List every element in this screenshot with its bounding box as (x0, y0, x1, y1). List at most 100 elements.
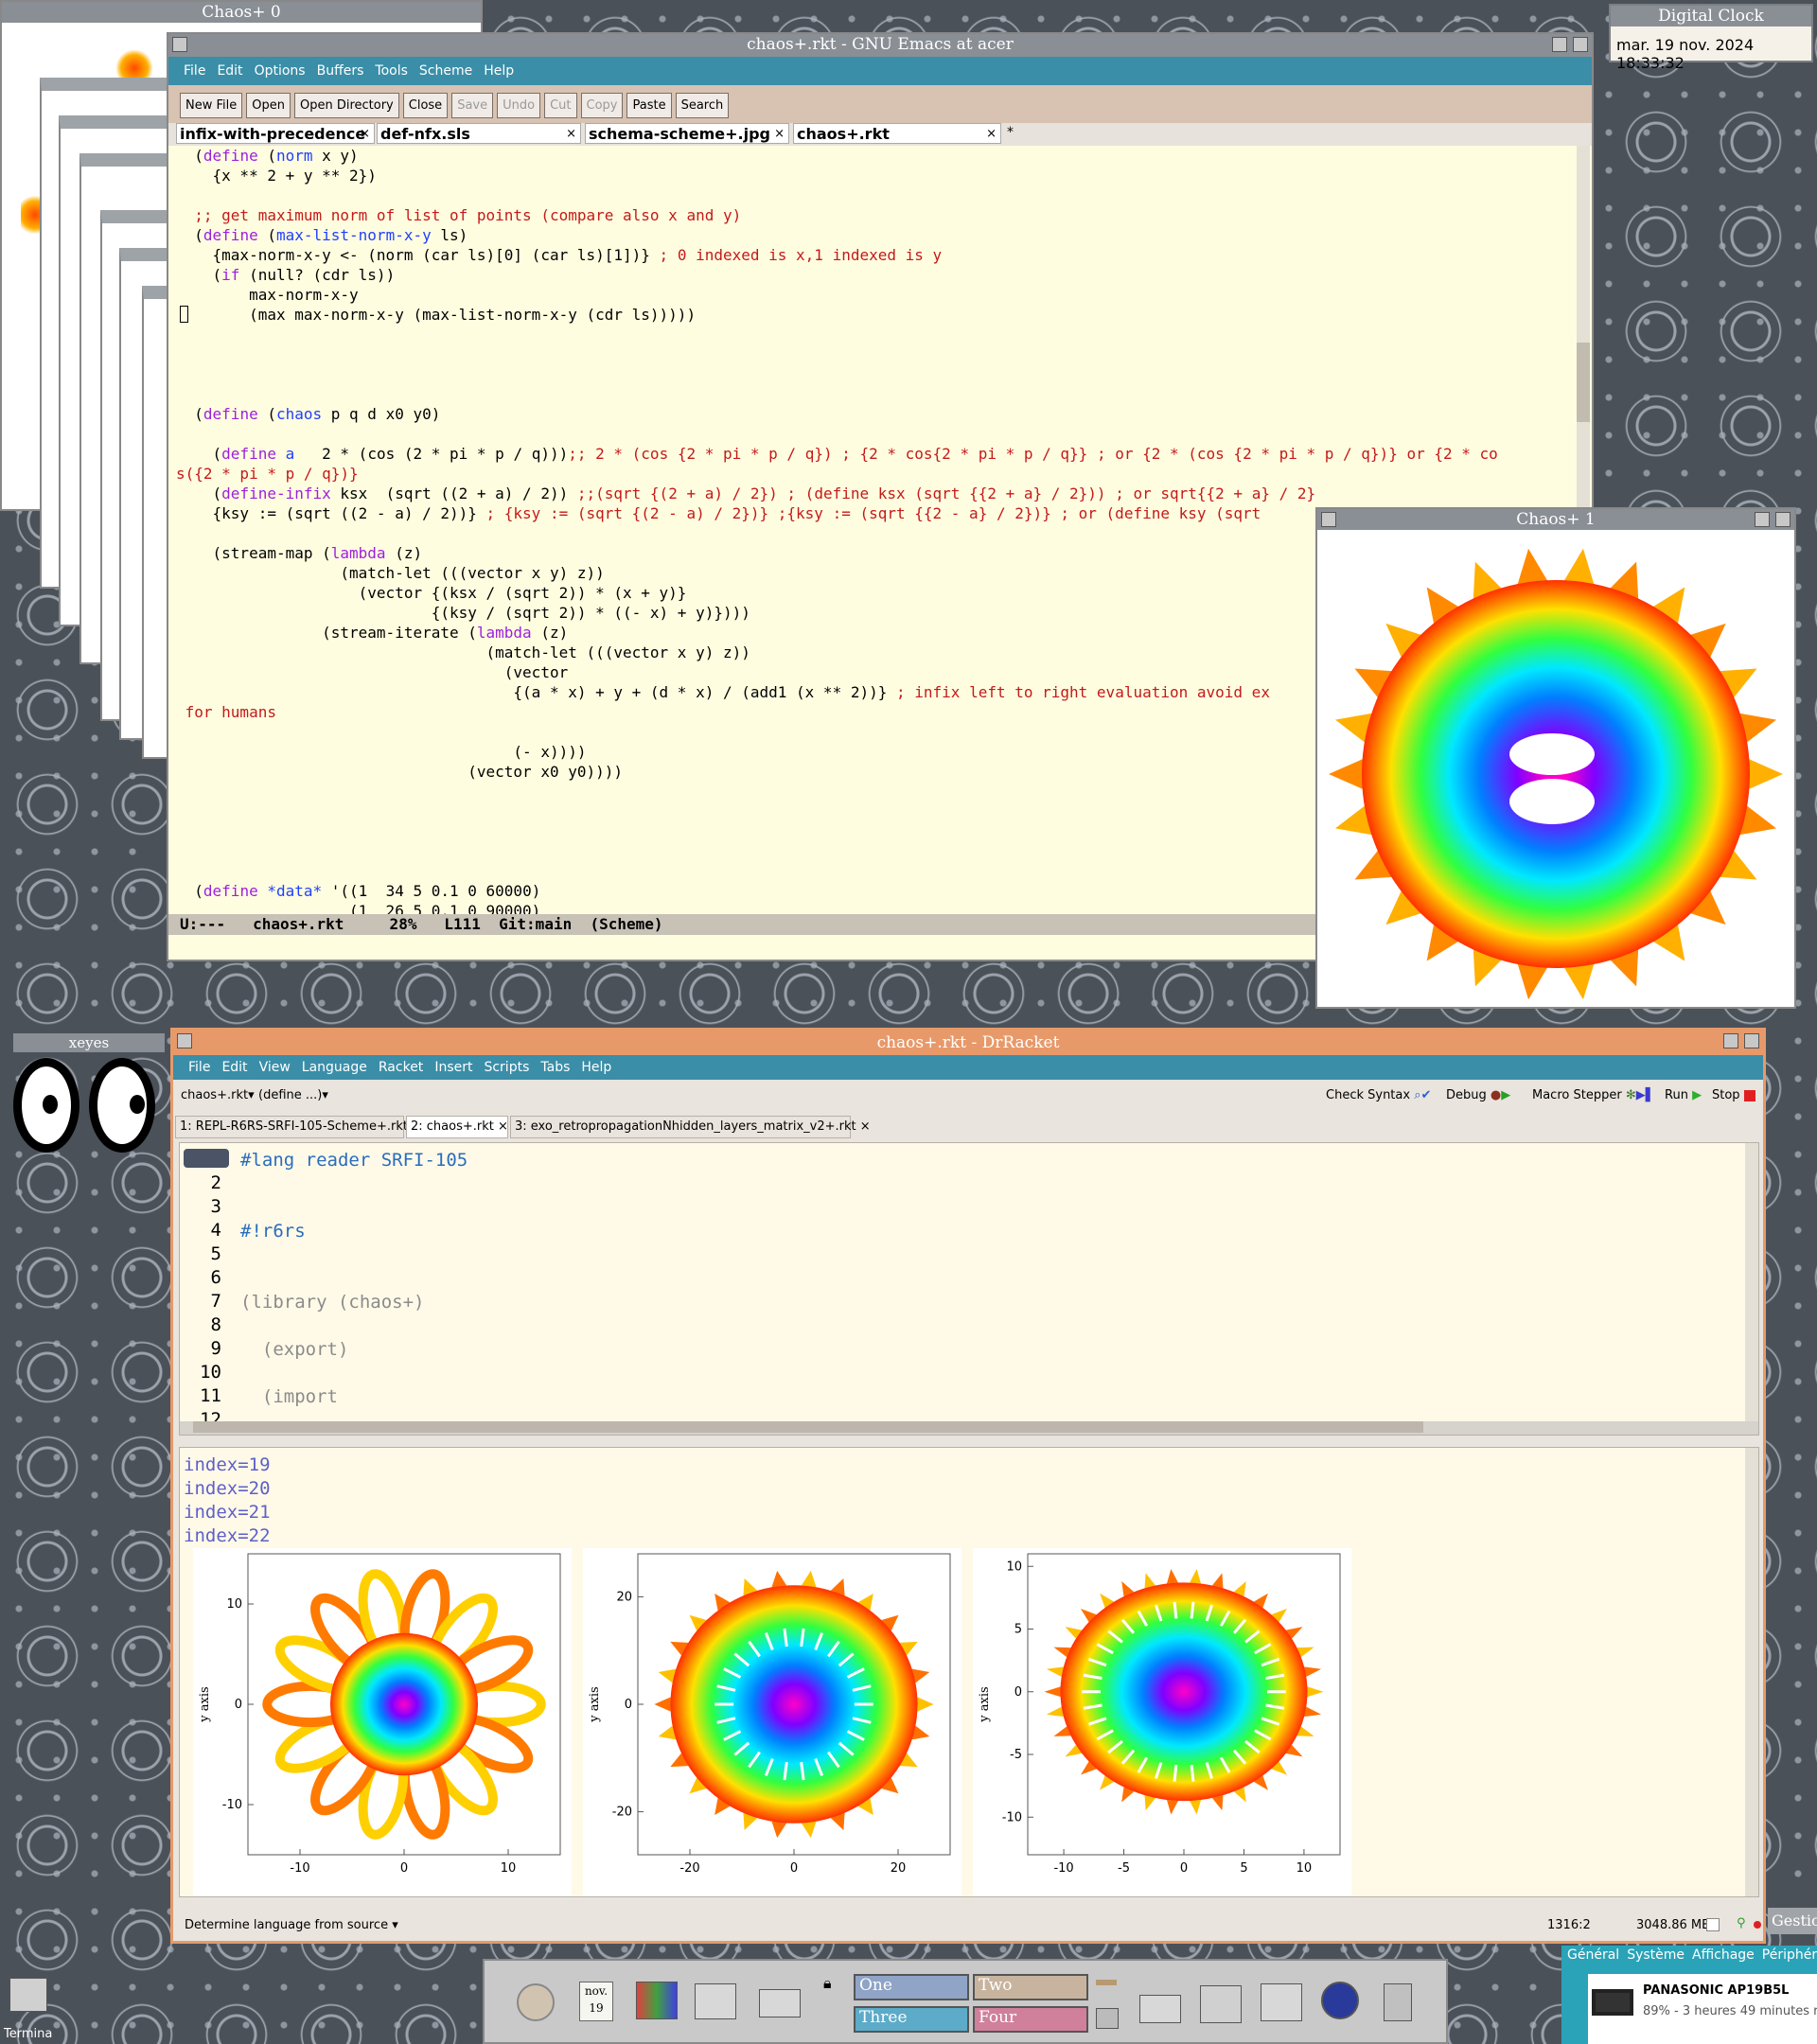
menu-scheme[interactable]: Scheme (415, 63, 476, 79)
network-icon[interactable] (1200, 1985, 1242, 2023)
search-button[interactable]: Search (675, 93, 730, 118)
desktop-two[interactable]: Two (973, 1974, 1088, 2000)
window-menu-button[interactable] (177, 1033, 192, 1048)
tab-def-nfx[interactable]: def-nfx.sls × (377, 123, 581, 144)
minimize-button[interactable] (1723, 1033, 1738, 1048)
paste-button[interactable]: Paste (626, 93, 672, 118)
lock-icon[interactable]: 🔒︎ (823, 1974, 832, 1993)
maximize-button[interactable] (1744, 1033, 1759, 1048)
tab-general[interactable]: Général (1567, 1947, 1619, 1963)
maximize-button[interactable] (1775, 512, 1791, 527)
trash-icon[interactable] (1384, 1983, 1412, 2021)
tab-close-icon[interactable]: × (566, 124, 576, 143)
menu-language[interactable]: Language (298, 1060, 371, 1075)
chaos1-titlebar[interactable]: Chaos+ 1 (1317, 509, 1794, 530)
debug-label: Debug (1446, 1088, 1487, 1102)
tab-close-icon[interactable]: × (360, 124, 370, 143)
language-popup[interactable]: Determine language from source ▾ (185, 1918, 398, 1932)
tab-affichage[interactable]: Affichage (1692, 1947, 1755, 1963)
menu-edit[interactable]: Edit (218, 1060, 251, 1075)
chaos1-hole-bottom (1509, 779, 1595, 824)
exit-icon[interactable] (1096, 2008, 1119, 2029)
interactions-scrollbar[interactable] (1745, 1448, 1758, 1896)
close-button[interactable]: Close (402, 93, 449, 118)
window-menu-button[interactable] (172, 37, 187, 52)
xeyes-titlebar[interactable]: xeyes (13, 1033, 165, 1052)
menu-help[interactable]: Help (480, 63, 518, 79)
debug-button[interactable]: Debug ●▶ (1446, 1088, 1510, 1102)
tab-schema-scheme[interactable]: schema-scheme+.jpg × (585, 123, 789, 144)
file-popup[interactable]: chaos+.rkt▾ (181, 1088, 255, 1102)
menu-racket[interactable]: Racket (375, 1060, 427, 1075)
menu-buffers[interactable]: Buffers (313, 63, 368, 79)
run-button[interactable]: Run ▶ (1665, 1088, 1702, 1102)
info-icon[interactable] (1321, 1982, 1359, 2019)
tab-close-icon[interactable]: × (860, 1119, 871, 1134)
tab-repl[interactable]: 1: REPL-R6RS-SRFI-105-Scheme+.rkt × (175, 1116, 422, 1138)
menu-view[interactable]: View (256, 1060, 294, 1075)
tab-exo[interactable]: 3: exo_retropropagationNhidden_layers_ma… (510, 1116, 871, 1138)
date-icon[interactable]: nov. 19 (579, 1982, 613, 2021)
tab-close-icon[interactable]: × (774, 124, 785, 143)
desktop-three[interactable]: Three (854, 2006, 969, 2033)
minimize-button[interactable] (1552, 37, 1567, 52)
desktop-one[interactable]: One (854, 1974, 969, 2000)
printer-icon[interactable] (1139, 1995, 1181, 2023)
drracket-window[interactable]: chaos+.rkt - DrRacket File Edit View Lan… (170, 1028, 1766, 1944)
drracket-titlebar[interactable]: chaos+.rkt - DrRacket (173, 1031, 1763, 1055)
menu-scripts[interactable]: Scripts (480, 1060, 533, 1075)
clock-dial-icon[interactable] (517, 1983, 555, 2021)
clock-titlebar[interactable]: Digital Clock (1611, 6, 1811, 26)
stop-button[interactable]: Stop (1712, 1088, 1755, 1102)
copy-button[interactable]: Copy (580, 93, 624, 118)
new-file-button[interactable]: New File (180, 93, 243, 118)
definitions-pane[interactable]: 123456789101112 #lang reader SRFI-105#!r… (179, 1142, 1759, 1436)
scanner-icon[interactable] (759, 1989, 801, 2018)
tab-peripheriques[interactable]: Périphériqu (1762, 1947, 1817, 1963)
menu-options[interactable]: Options (251, 63, 309, 79)
terminal-launcher[interactable]: Termina (0, 1968, 61, 2044)
editor-icon[interactable] (1261, 1983, 1302, 2021)
undo-button[interactable]: Undo (497, 93, 541, 118)
hscroll-thumb[interactable] (193, 1421, 1423, 1433)
menu-tools[interactable]: Tools (371, 63, 412, 79)
tab-infix-with-precedence[interactable]: infix-with-precedence × (176, 123, 375, 144)
interactions-pane[interactable]: index=19 index=20 index=21 index=22 -10 0 10 1… (179, 1447, 1759, 1897)
tab-close-icon[interactable]: × (986, 124, 997, 143)
cut-button[interactable]: Cut (544, 93, 577, 118)
open-directory-button[interactable]: Open Directory (293, 93, 399, 118)
save-button[interactable]: Save (451, 93, 494, 118)
clock-window[interactable]: Digital Clock mar. 19 nov. 2024 18:33:32 (1609, 4, 1813, 72)
new-tab-icon[interactable]: * (1007, 125, 1014, 140)
memory-usage[interactable]: 3048.86 MB (1636, 1918, 1710, 1932)
menu-edit[interactable]: Edit (213, 63, 246, 79)
check-syntax-button[interactable]: Check Syntax ⌕✔ (1326, 1088, 1431, 1102)
menu-help[interactable]: Help (577, 1060, 615, 1075)
pager-handle-icon[interactable] (1096, 1980, 1117, 1985)
desktop-four[interactable]: Four (973, 2006, 1088, 2033)
menu-tabs[interactable]: Tabs (537, 1060, 573, 1075)
chaos0-titlebar[interactable]: Chaos+ 0 (2, 2, 481, 23)
window-menu-button[interactable] (1321, 512, 1336, 527)
tab-close-icon[interactable]: × (498, 1119, 508, 1134)
minimize-button[interactable] (1755, 512, 1770, 527)
xeyes-window[interactable]: xeyes (13, 1033, 165, 1156)
palette-icon[interactable] (636, 1982, 678, 2019)
scrollbar-thumb[interactable] (1577, 343, 1590, 422)
menu-file[interactable]: File (185, 1060, 214, 1075)
menu-insert[interactable]: Insert (431, 1060, 476, 1075)
tab-chaos[interactable]: chaos+.rkt × (793, 123, 1001, 144)
emacs-titlebar[interactable]: chaos+.rkt - GNU Emacs at acer (168, 34, 1592, 57)
chaos1-window[interactable]: Chaos+ 1 (1315, 507, 1796, 1009)
tab-chaos[interactable]: 2: chaos+.rkt × (406, 1116, 508, 1138)
terminal-icon[interactable] (695, 1983, 736, 2019)
gestion-button[interactable]: Gestio (1768, 1908, 1817, 1934)
open-button[interactable]: Open (246, 93, 291, 118)
definitions-hscrollbar[interactable] (180, 1421, 1758, 1435)
definitions-scrollbar[interactable] (1745, 1143, 1758, 1423)
define-popup[interactable]: (define ...)▾ (258, 1088, 328, 1102)
menu-file[interactable]: File (180, 63, 209, 79)
tab-systeme[interactable]: Système (1627, 1947, 1685, 1963)
maximize-button[interactable] (1573, 37, 1588, 52)
macro-stepper-button[interactable]: Macro Stepper ✻▶▌ (1532, 1088, 1655, 1102)
